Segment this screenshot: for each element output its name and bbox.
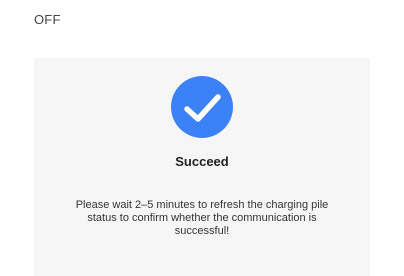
dialog-title: Succeed bbox=[175, 154, 229, 169]
check-circle-icon bbox=[171, 76, 233, 138]
success-dialog: Succeed Please wait 2–5 minutes to refre… bbox=[34, 58, 370, 276]
dialog-message: Please wait 2–5 minutes to refresh the c… bbox=[75, 199, 329, 237]
status-value: OFF bbox=[34, 12, 61, 27]
